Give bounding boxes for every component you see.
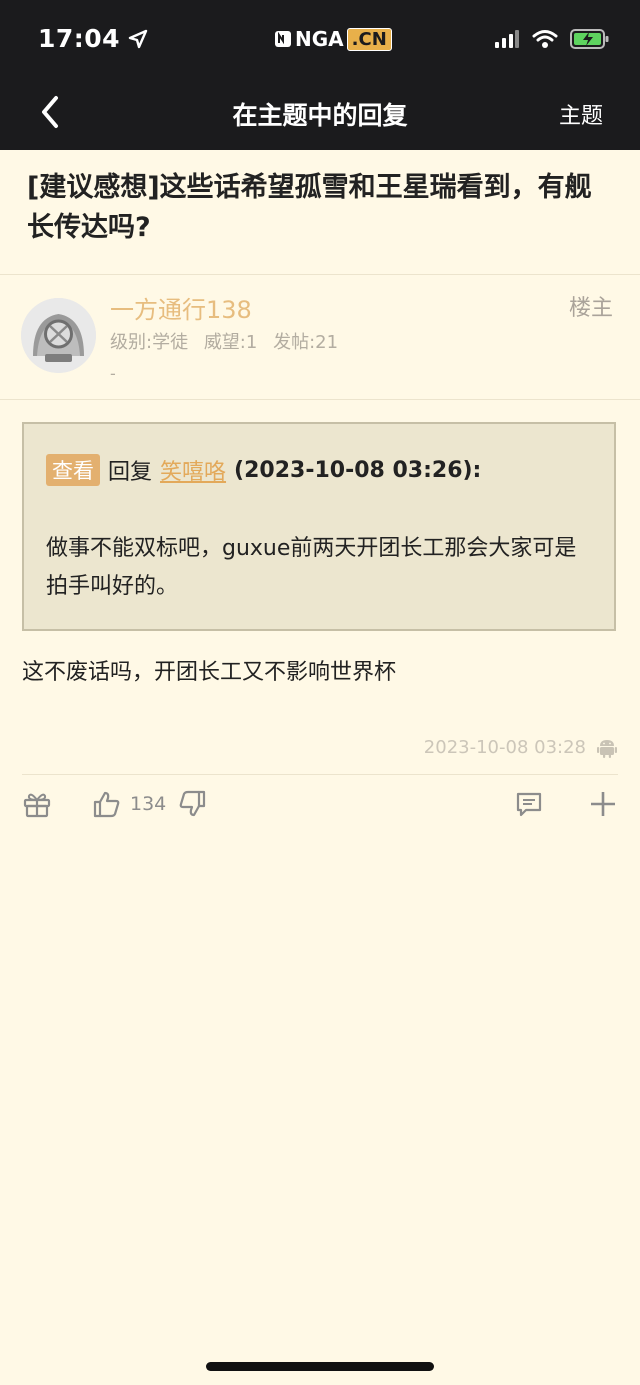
author-post-count: 发帖:21 [273,332,339,353]
post-actions: 134 [22,788,618,822]
status-time-text: 17:04 [38,24,121,53]
status-indicators [494,28,610,50]
diving-helmet-avatar-icon [21,298,96,373]
view-quote-button[interactable]: 查看 [46,454,100,486]
thumbs-up-icon [93,791,120,818]
action-divider [22,774,618,775]
author-signature: - [110,364,116,383]
floor-tag: 楼主 [568,296,613,321]
more-button[interactable] [588,788,618,820]
like-count: 134 [130,793,167,815]
like-button[interactable]: 134 [92,788,176,820]
quote-header: 查看 回复 笑嘻咯 (2023-10-08 03:26): [46,454,481,486]
nga-logo-mark-icon [275,31,291,47]
thumbs-down-icon [179,790,206,817]
plus-icon [591,792,615,816]
avatar[interactable] [21,298,96,373]
battery-charging-icon [570,29,609,49]
post-timestamp: 2023-10-08 03:28 [423,737,586,758]
reply-label: 回复 [108,460,153,485]
comment-button[interactable] [514,788,544,820]
android-icon [597,740,617,758]
comment-icon [516,792,542,817]
quoted-user-link[interactable]: 笑嘻咯 [160,454,226,486]
author-prestige: 威望:1 [203,332,258,353]
divider [0,274,640,275]
thread-title: [建议感想]这些话希望孤雪和王星瑞看到，有舰长传达吗? [27,172,592,243]
signal-icon [495,30,519,48]
location-arrow-icon [128,29,148,48]
quote-box: 查看 回复 笑嘻咯 (2023-10-08 03:26): 做事不能双标吧，gu… [22,422,616,631]
quote-text: 做事不能双标吧，guxue前两天开团长工那会大家可是拍手叫好的。 [46,536,577,599]
home-indicator[interactable] [206,1362,434,1371]
author-username[interactable]: 一方通行138 [110,290,252,325]
top-bar: 17:04 NGA .CN 在主题中的回复 主题 [0,0,640,150]
author-meta: 级别:学徒 威望:1 发帖:21 [110,328,348,354]
divider [0,399,640,400]
gift-icon [23,793,51,818]
logo-badge: .CN [346,27,392,51]
logo-text: NGA [295,27,344,51]
quoted-time: (2023-10-08 03:26): [234,457,482,483]
topic-button[interactable]: 主题 [559,98,603,130]
wifi-icon [532,30,558,48]
status-time: 17:04 [38,24,148,53]
page-title: 在主题中的回复 [232,101,408,130]
gift-button[interactable] [22,788,52,820]
author-level: 级别:学徒 [110,332,189,353]
dislike-button[interactable] [177,788,207,820]
nga-logo: NGA .CN [274,27,392,51]
post-body: 这不废话吗，开团长工又不影响世界杯 [22,660,397,685]
